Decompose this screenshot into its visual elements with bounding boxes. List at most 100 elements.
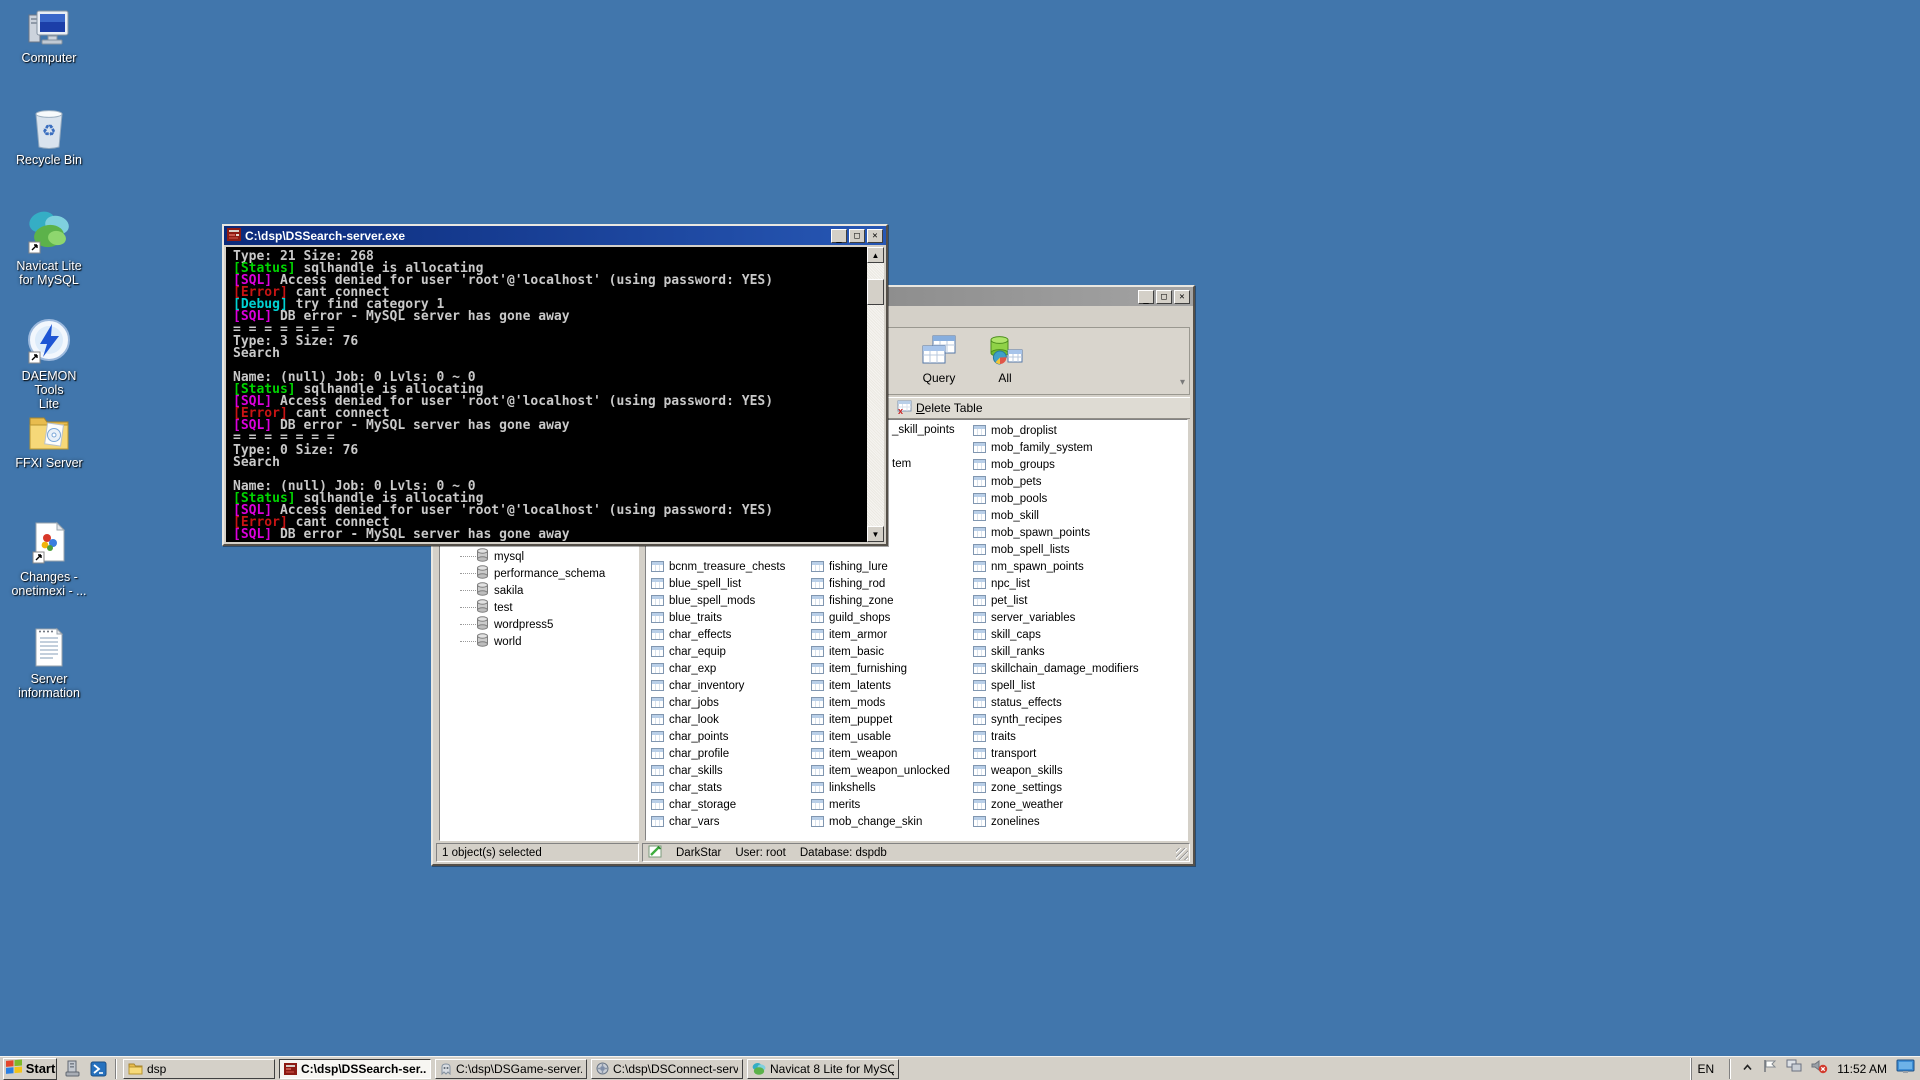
scroll-down-icon[interactable]: ▼ xyxy=(867,526,884,542)
table-item-npc_list[interactable]: npc_list xyxy=(973,575,1030,592)
table-item-synth_recipes[interactable]: synth_recipes xyxy=(973,711,1062,728)
powershell-icon[interactable] xyxy=(87,1059,109,1079)
resize-grip[interactable] xyxy=(1176,848,1188,860)
tray-expand-icon[interactable] xyxy=(1742,1060,1753,1078)
table-item-pet_list[interactable]: pet_list xyxy=(973,592,1027,609)
desktop-icon-ffxi-server[interactable]: FFXI Server xyxy=(8,411,90,470)
desktop-icon-navicat[interactable]: Navicat Litefor MySQL xyxy=(8,208,90,287)
table-item-nm_spawn_points[interactable]: nm_spawn_points xyxy=(973,558,1084,575)
table-item-char_vars[interactable]: char_vars xyxy=(651,813,720,830)
table-item-item_furnishing[interactable]: item_furnishing xyxy=(811,660,907,677)
taskbar-button-dsgame[interactable]: C:\dsp\DSGame-server... xyxy=(435,1059,587,1079)
maximize-button[interactable]: □ xyxy=(849,229,865,243)
taskbar-button-dsp[interactable]: dsp xyxy=(123,1059,275,1079)
desktop-icon-server-info[interactable]: Serverinformation xyxy=(8,625,90,700)
table-item-mob_droplist[interactable]: mob_droplist xyxy=(973,422,1057,439)
table-item-char_points[interactable]: char_points xyxy=(651,728,728,745)
table-item-item_mods[interactable]: item_mods xyxy=(811,694,885,711)
show-desktop-icon[interactable] xyxy=(1896,1059,1915,1079)
table-item-char_equip[interactable]: char_equip xyxy=(651,643,726,660)
minimize-button[interactable]: _ xyxy=(1138,290,1154,304)
delete-table-button[interactable]: x Delete Table xyxy=(893,398,987,419)
table-item-spell_list[interactable]: spell_list xyxy=(973,677,1035,694)
maximize-button[interactable]: □ xyxy=(1156,290,1172,304)
table-item-linkshells[interactable]: linkshells xyxy=(811,779,876,796)
table-item-char_inventory[interactable]: char_inventory xyxy=(651,677,744,694)
minimize-button[interactable]: _ xyxy=(831,229,847,243)
table-item-partial[interactable]: tem xyxy=(892,458,911,470)
close-button[interactable]: ✕ xyxy=(867,229,883,243)
network-icon[interactable] xyxy=(1786,1059,1802,1078)
table-item-mob_spell_lists[interactable]: mob_spell_lists xyxy=(973,541,1070,558)
table-item-blue_traits[interactable]: blue_traits xyxy=(651,609,722,626)
table-item-mob_pools[interactable]: mob_pools xyxy=(973,490,1047,507)
table-item-mob_skill[interactable]: mob_skill xyxy=(973,507,1039,524)
table-item-fishing_lure[interactable]: fishing_lure xyxy=(811,558,888,575)
server-manager-icon[interactable] xyxy=(61,1059,83,1079)
table-item-traits[interactable]: traits xyxy=(973,728,1016,745)
desktop-icon-changes-doc[interactable]: Changes -onetimexi - ... xyxy=(8,521,90,598)
desktop-icon-daemon-tools[interactable]: DAEMON ToolsLite xyxy=(8,318,90,411)
table-item-item_weapon[interactable]: item_weapon xyxy=(811,745,897,762)
tree-item-performance_schema[interactable]: performance_schema xyxy=(440,565,638,582)
table-item-weapon_skills[interactable]: weapon_skills xyxy=(973,762,1063,779)
table-item-mob_pets[interactable]: mob_pets xyxy=(973,473,1042,490)
table-item-blue_spell_mods[interactable]: blue_spell_mods xyxy=(651,592,755,609)
console-scrollbar[interactable]: ▲ ▼ xyxy=(867,247,884,542)
table-item-char_profile[interactable]: char_profile xyxy=(651,745,729,762)
table-item-blue_spell_list[interactable]: blue_spell_list xyxy=(651,575,741,592)
language-indicator[interactable]: EN xyxy=(1694,1062,1719,1076)
query-toolbar-button[interactable]: Query xyxy=(907,332,971,390)
desktop-icon-computer[interactable]: Computer xyxy=(8,8,90,65)
table-item-item_usable[interactable]: item_usable xyxy=(811,728,891,745)
table-item-char_look[interactable]: char_look xyxy=(651,711,719,728)
table-item-fishing_rod[interactable]: fishing_rod xyxy=(811,575,885,592)
table-item-char_storage[interactable]: char_storage xyxy=(651,796,736,813)
table-item-mob_spawn_points[interactable]: mob_spawn_points xyxy=(973,524,1090,541)
tree-item-world[interactable]: world xyxy=(440,633,638,650)
table-item-guild_shops[interactable]: guild_shops xyxy=(811,609,890,626)
table-item-zone_weather[interactable]: zone_weather xyxy=(973,796,1063,813)
table-item-char_stats[interactable]: char_stats xyxy=(651,779,722,796)
table-item-skill_caps[interactable]: skill_caps xyxy=(973,626,1041,643)
console-output[interactable]: Type: 21 Size: 268[Status] sqlhandle is … xyxy=(226,247,884,542)
table-item-transport[interactable]: transport xyxy=(973,745,1036,762)
volume-muted-icon[interactable] xyxy=(1811,1059,1828,1079)
table-item-char_effects[interactable]: char_effects xyxy=(651,626,731,643)
table-item-char_jobs[interactable]: char_jobs xyxy=(651,694,719,711)
table-item-bcnm_treasure_chests[interactable]: bcnm_treasure_chests xyxy=(651,558,785,575)
tree-item-test[interactable]: test xyxy=(440,599,638,616)
flag-icon[interactable] xyxy=(1762,1059,1777,1078)
table-item-item_basic[interactable]: item_basic xyxy=(811,643,884,660)
scroll-up-icon[interactable]: ▲ xyxy=(867,247,884,263)
close-button[interactable]: ✕ xyxy=(1174,290,1190,304)
start-button[interactable]: Start xyxy=(3,1058,57,1080)
table-item-char_exp[interactable]: char_exp xyxy=(651,660,716,677)
table-item-item_latents[interactable]: item_latents xyxy=(811,677,891,694)
table-item-item_weapon_unlocked[interactable]: item_weapon_unlocked xyxy=(811,762,950,779)
tree-item-wordpress5[interactable]: wordpress5 xyxy=(440,616,638,633)
table-item-skillchain_damage_modifiers[interactable]: skillchain_damage_modifiers xyxy=(973,660,1139,677)
table-item-merits[interactable]: merits xyxy=(811,796,860,813)
table-item-fishing_zone[interactable]: fishing_zone xyxy=(811,592,894,609)
table-item-mob_change_skin[interactable]: mob_change_skin xyxy=(811,813,922,830)
taskbar-button-navicat[interactable]: Navicat 8 Lite for MySQL xyxy=(747,1059,899,1079)
table-item-zonelines[interactable]: zonelines xyxy=(973,813,1040,830)
taskbar-button-dssearch[interactable]: C:\dsp\DSSearch-ser... xyxy=(279,1059,431,1079)
console-titlebar[interactable]: C:\dsp\DSSearch-server.exe _ □ ✕ xyxy=(224,226,886,245)
table-item-zone_settings[interactable]: zone_settings xyxy=(973,779,1062,796)
table-item-skill_ranks[interactable]: skill_ranks xyxy=(973,643,1045,660)
clock[interactable]: 11:52 AM xyxy=(1837,1062,1887,1076)
table-item-mob_groups[interactable]: mob_groups xyxy=(973,456,1055,473)
tree-item-mysql[interactable]: mysql xyxy=(440,548,638,565)
table-item-char_skills[interactable]: char_skills xyxy=(651,762,723,779)
all-toolbar-button[interactable]: All xyxy=(977,332,1033,390)
taskbar-button-dsconnect[interactable]: C:\dsp\DSConnect-serve... xyxy=(591,1059,743,1079)
table-item-item_puppet[interactable]: item_puppet xyxy=(811,711,892,728)
desktop-icon-recycle-bin[interactable]: ♻ Recycle Bin xyxy=(8,106,90,167)
scrollbar-thumb[interactable] xyxy=(867,279,884,305)
table-item-partial[interactable]: _skill_points xyxy=(892,424,955,436)
table-item-status_effects[interactable]: status_effects xyxy=(973,694,1062,711)
table-item-mob_family_system[interactable]: mob_family_system xyxy=(973,439,1093,456)
tree-item-sakila[interactable]: sakila xyxy=(440,582,638,599)
